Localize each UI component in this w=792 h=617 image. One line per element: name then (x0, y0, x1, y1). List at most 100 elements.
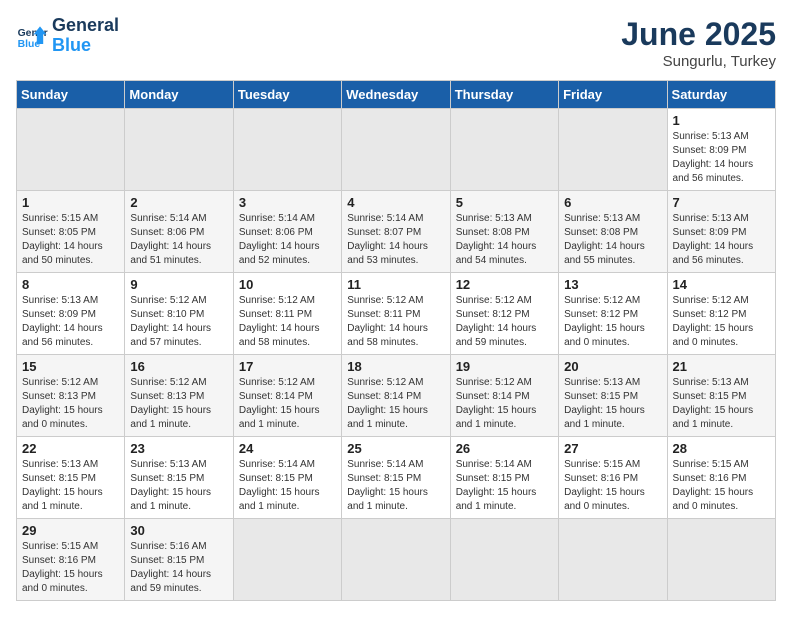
calendar-cell: 20Sunrise: 5:13 AMSunset: 8:15 PMDayligh… (559, 355, 667, 437)
calendar-cell: 28 Sunrise: 5:15 AMSunset: 8:16 PMDayligh… (667, 437, 775, 519)
calendar-cell (342, 109, 450, 191)
day-info: Sunrise: 5:13 AMSunset: 8:15 PMDaylight:… (22, 458, 119, 514)
calendar-cell: 25 Sunrise: 5:14 AMSunset: 8:15 PMDayligh… (342, 437, 450, 519)
day-number: 15 (22, 359, 119, 374)
day-info: Sunrise: 5:12 AMSunset: 8:14 PMDaylight:… (347, 376, 444, 432)
calendar-cell: 17 Sunrise: 5:12 AMSunset: 8:14 PMDayligh… (233, 355, 341, 437)
col-header-monday: Monday (125, 81, 233, 109)
day-info: Sunrise: 5:13 AMSunset: 8:09 PMDaylight:… (22, 294, 119, 350)
calendar-cell: 1Sunrise: 5:13 AMSunset: 8:09 PMDaylight… (667, 109, 775, 191)
day-info: Sunrise: 5:14 AMSunset: 8:15 PMDaylight:… (347, 458, 444, 514)
calendar-cell: 3 Sunrise: 5:14 AMSunset: 8:06 PMDaylight… (233, 191, 341, 273)
logo-blue: Blue (52, 36, 119, 56)
day-number: 5 (456, 195, 553, 210)
calendar-cell: 29Sunrise: 5:15 AMSunset: 8:16 PMDayligh… (17, 519, 125, 601)
calendar-cell: 16 Sunrise: 5:12 AMSunset: 8:13 PMDayligh… (125, 355, 233, 437)
col-header-friday: Friday (559, 81, 667, 109)
day-number: 25 (347, 441, 444, 456)
calendar-cell: 23 Sunrise: 5:13 AMSunset: 8:15 PMDayligh… (125, 437, 233, 519)
day-number: 19 (456, 359, 553, 374)
day-info: Sunrise: 5:15 AMSunset: 8:16 PMDaylight:… (22, 540, 119, 596)
calendar-cell: 10 Sunrise: 5:12 AMSunset: 8:11 PMDayligh… (233, 273, 341, 355)
day-info: Sunrise: 5:12 AMSunset: 8:10 PMDaylight:… (130, 294, 227, 350)
calendar-cell (125, 109, 233, 191)
day-number: 3 (239, 195, 336, 210)
day-info: Sunrise: 5:15 AMSunset: 8:16 PMDaylight:… (673, 458, 770, 514)
day-info: Sunrise: 5:14 AMSunset: 8:15 PMDaylight:… (239, 458, 336, 514)
calendar-cell: 9Sunrise: 5:12 AMSunset: 8:10 PMDaylight… (125, 273, 233, 355)
day-info: Sunrise: 5:13 AMSunset: 8:08 PMDaylight:… (564, 212, 661, 268)
day-number: 8 (22, 277, 119, 292)
week-row-2: 1Sunrise: 5:15 AMSunset: 8:05 PMDaylight… (17, 191, 776, 273)
day-number: 17 (239, 359, 336, 374)
day-number: 1 (673, 113, 770, 128)
calendar-cell: 18 Sunrise: 5:12 AMSunset: 8:14 PMDayligh… (342, 355, 450, 437)
calendar-cell: 30 Sunrise: 5:16 AMSunset: 8:15 PMDayligh… (125, 519, 233, 601)
day-number: 14 (673, 277, 770, 292)
day-info: Sunrise: 5:12 AMSunset: 8:12 PMDaylight:… (564, 294, 661, 350)
calendar-cell: 6Sunrise: 5:13 AMSunset: 8:08 PMDaylight… (559, 191, 667, 273)
day-number: 10 (239, 277, 336, 292)
calendar-cell: 22 Sunrise: 5:13 AMSunset: 8:15 PMDayligh… (17, 437, 125, 519)
day-info: Sunrise: 5:14 AMSunset: 8:06 PMDaylight:… (239, 212, 336, 268)
calendar-cell (667, 519, 775, 601)
calendar-cell: 12Sunrise: 5:12 AMSunset: 8:12 PMDayligh… (450, 273, 558, 355)
day-number: 16 (130, 359, 227, 374)
week-row-5: 22 Sunrise: 5:13 AMSunset: 8:15 PMDayligh… (17, 437, 776, 519)
calendar-cell: 24Sunrise: 5:14 AMSunset: 8:15 PMDayligh… (233, 437, 341, 519)
day-info: Sunrise: 5:12 AMSunset: 8:12 PMDaylight:… (456, 294, 553, 350)
day-info: Sunrise: 5:14 AMSunset: 8:15 PMDaylight:… (456, 458, 553, 514)
calendar-cell: 11 Sunrise: 5:12 AMSunset: 8:11 PMDayligh… (342, 273, 450, 355)
day-number: 21 (673, 359, 770, 374)
day-info: Sunrise: 5:15 AMSunset: 8:16 PMDaylight:… (564, 458, 661, 514)
day-info: Sunrise: 5:12 AMSunset: 8:14 PMDaylight:… (239, 376, 336, 432)
day-number: 22 (22, 441, 119, 456)
week-row-3: 8 Sunrise: 5:13 AMSunset: 8:09 PMDaylight… (17, 273, 776, 355)
calendar-cell (233, 109, 341, 191)
day-number: 26 (456, 441, 553, 456)
day-number: 13 (564, 277, 661, 292)
calendar-cell: 5Sunrise: 5:13 AMSunset: 8:08 PMDaylight… (450, 191, 558, 273)
day-info: Sunrise: 5:16 AMSunset: 8:15 PMDaylight:… (130, 540, 227, 596)
day-number: 28 (673, 441, 770, 456)
calendar-cell (559, 109, 667, 191)
day-number: 11 (347, 277, 444, 292)
col-header-sunday: Sunday (17, 81, 125, 109)
title-area: June 2025 Sungurlu, Turkey (621, 16, 776, 70)
day-info: Sunrise: 5:12 AMSunset: 8:14 PMDaylight:… (456, 376, 553, 432)
day-info: Sunrise: 5:13 AMSunset: 8:15 PMDaylight:… (130, 458, 227, 514)
col-header-saturday: Saturday (667, 81, 775, 109)
calendar-cell: 13 Sunrise: 5:12 AMSunset: 8:12 PMDayligh… (559, 273, 667, 355)
day-info: Sunrise: 5:12 AMSunset: 8:13 PMDaylight:… (130, 376, 227, 432)
day-info: Sunrise: 5:14 AMSunset: 8:07 PMDaylight:… (347, 212, 444, 268)
day-info: Sunrise: 5:13 AMSunset: 8:15 PMDaylight:… (673, 376, 770, 432)
calendar-cell: 2Sunrise: 5:14 AMSunset: 8:06 PMDaylight… (125, 191, 233, 273)
day-number: 30 (130, 523, 227, 538)
day-info: Sunrise: 5:12 AMSunset: 8:11 PMDaylight:… (347, 294, 444, 350)
calendar-cell: 14Sunrise: 5:12 AMSunset: 8:12 PMDayligh… (667, 273, 775, 355)
day-info: Sunrise: 5:13 AMSunset: 8:09 PMDaylight:… (673, 212, 770, 268)
month-title: June 2025 (621, 16, 776, 53)
calendar-cell: 26 Sunrise: 5:14 AMSunset: 8:15 PMDayligh… (450, 437, 558, 519)
calendar-cell (342, 519, 450, 601)
calendar-cell (450, 109, 558, 191)
day-info: Sunrise: 5:12 AMSunset: 8:13 PMDaylight:… (22, 376, 119, 432)
calendar-cell (17, 109, 125, 191)
logo-general: General (52, 16, 119, 36)
calendar-cell: 21 Sunrise: 5:13 AMSunset: 8:15 PMDayligh… (667, 355, 775, 437)
calendar-table: SundayMondayTuesdayWednesdayThursdayFrid… (16, 80, 776, 601)
day-number: 1 (22, 195, 119, 210)
day-number: 20 (564, 359, 661, 374)
logo-icon: General Blue (16, 20, 48, 52)
day-number: 2 (130, 195, 227, 210)
day-number: 7 (673, 195, 770, 210)
day-number: 23 (130, 441, 227, 456)
logo: General Blue General Blue (16, 16, 119, 56)
calendar-cell: 15 Sunrise: 5:12 AMSunset: 8:13 PMDayligh… (17, 355, 125, 437)
day-number: 18 (347, 359, 444, 374)
calendar-cell (559, 519, 667, 601)
calendar-cell (233, 519, 341, 601)
page-header: General Blue General Blue June 2025 Sung… (16, 16, 776, 70)
day-info: Sunrise: 5:12 AMSunset: 8:11 PMDaylight:… (239, 294, 336, 350)
week-row-1: 1Sunrise: 5:13 AMSunset: 8:09 PMDaylight… (17, 109, 776, 191)
